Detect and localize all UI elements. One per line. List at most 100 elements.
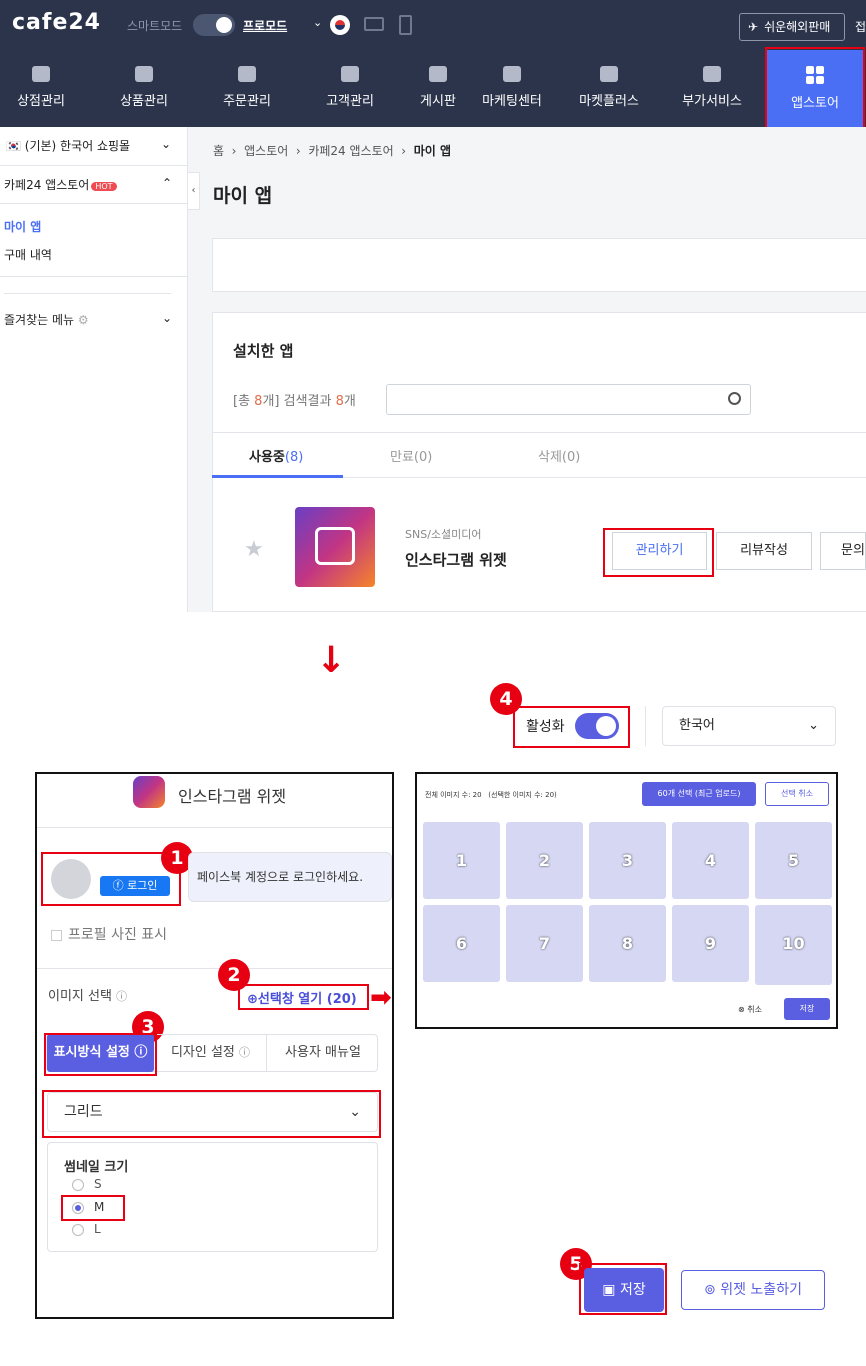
facebook-login-button[interactable]: ⓕ 로그인 [100,876,170,896]
shirt-icon [135,66,153,82]
activation-label: 활성화 [526,719,565,735]
tile-number: 2 [538,851,551,870]
highlight-size-m [61,1195,125,1221]
picker-tile[interactable]: 7 [506,905,583,982]
divider [0,276,187,277]
crumb-home[interactable]: 홈 [213,144,224,158]
favorites-menu[interactable]: 즐겨찾는 메뉴 ⚙ ⌄ [4,311,191,328]
language-select[interactable]: 한국어 ⌄ [662,706,836,746]
picker-count: 전체 이미지 수: 20 (선택한 이미지 수: 20) [425,790,557,800]
picker-tile[interactable]: 6 [423,905,500,982]
picker-selected: (선택한 이미지 수: 20) [488,791,557,799]
pro-mode-link[interactable]: 프로모드 [243,17,287,34]
toggle-knob [216,17,232,33]
pc-icon[interactable] [364,17,384,31]
tab-deleted[interactable]: 삭제(0) [538,446,580,465]
nav-label: 주문관리 [223,94,271,109]
crumb-appstore[interactable]: 앱스토어 [244,144,288,158]
avatar [51,859,91,899]
picker-tile[interactable]: 3 [589,822,666,899]
radio[interactable] [72,1223,84,1236]
nav-customer[interactable]: 고객관리 [309,50,391,127]
nav-product[interactable]: 상품관리 [103,50,185,127]
board-icon [429,66,447,82]
review-button[interactable]: 리뷰작성 [716,532,812,570]
highlight-appstore [765,47,865,131]
nav-order[interactable]: 주문관리 [206,50,288,127]
profile-photo-checkbox[interactable]: 프로필 사진 표시 [51,924,167,944]
picker-tile[interactable]: 8 [589,905,666,982]
size-option-s[interactable]: S [72,1177,102,1191]
nav-label: 마케팅센터 [482,94,542,109]
radio[interactable] [72,1178,84,1191]
picker-tile[interactable]: 5 [755,822,832,899]
search-input[interactable] [386,384,751,415]
smart-mode-label: 스마트모드 [127,19,183,33]
tab-label: 사용중 [249,450,285,465]
divider [645,706,646,746]
facebook-icon: ⓕ [112,879,128,892]
sidebar-item-my-app[interactable]: 마이 앱 [4,218,191,235]
picker-cancel-button[interactable]: ⊗ 취소 [738,1004,762,1015]
nav-store[interactable]: 상점관리 [0,50,82,127]
korea-flag-icon[interactable] [330,15,350,35]
nav-addon[interactable]: 부가서비스 [671,50,753,127]
size-option-l[interactable]: L [72,1222,101,1236]
activation-toggle[interactable] [575,713,619,739]
arrow-down-icon: ↓ [316,640,347,681]
mall-selector[interactable]: 🇰🇷 (기본) 한국어 쇼핑몰 ⌄ [6,137,193,154]
divider [0,165,187,166]
tab-user-manual[interactable]: 사용자 매뉴얼 [268,1034,378,1072]
global-selling-button[interactable]: ✈ 쉬운해외판매 [739,13,845,41]
crumb-cafe24-appstore[interactable]: 카페24 앱스토어 [308,144,393,158]
expose-label: 위젯 노출하기 [720,1282,802,1298]
search-icon[interactable] [728,392,741,405]
image-select-text: 이미지 선택 [48,989,112,1004]
picker-tile[interactable]: 1 [423,822,500,899]
picker-tile[interactable]: 4 [672,822,749,899]
picker-tile[interactable]: 2 [506,822,583,899]
select-60-label: 60개 선택 (최근 업로드) [657,789,741,798]
chevron-down-icon[interactable]: ⌄ [313,16,322,29]
section-label: 카페24 앱스토어 [4,178,90,192]
picker-tile[interactable]: 9 [672,905,749,982]
picker-save-button[interactable]: 저장 [784,998,830,1020]
mode-toggle[interactable] [193,14,235,36]
mobile-icon[interactable] [399,15,412,35]
deselect-button[interactable]: 선택 취소 [765,782,829,806]
nav-marketing[interactable]: 마케팅센터 [470,50,554,127]
sidebar-collapse-button[interactable]: ‹ [188,172,200,210]
appstore-section[interactable]: 카페24 앱스토어 HOT ⌃ [4,176,191,193]
star-icon[interactable]: ★ [244,537,264,562]
picker-tile[interactable]: 10 [755,905,832,985]
select-60-button[interactable]: 60개 선택 (최근 업로드) [642,782,756,806]
tab-in-use[interactable]: 사용중(8) [249,446,303,465]
divider [4,293,171,294]
tab-expired[interactable]: 만료(0) [390,446,432,465]
inquiry-button[interactable]: 문의 [820,532,866,570]
crumb-current: 마이 앱 [413,144,452,158]
nav-label: 고객관리 [326,94,374,109]
cart-icon [238,66,256,82]
tile-number: 8 [621,934,634,953]
toggle-knob [596,716,616,736]
result-count: [총 8개] 검색결과 8개 [233,390,356,409]
access-link[interactable]: 접 [855,18,866,35]
highlight-save [579,1263,667,1315]
flag-symbol [335,20,345,30]
sidebar-item-purchase[interactable]: 구매 내역 [4,246,191,263]
close-icon: ⊗ [738,1005,748,1014]
nav-label: 게시판 [420,94,456,109]
size-label: S [94,1177,102,1191]
image-picker-panel [415,772,838,1029]
nav-marketplus[interactable]: 마켓플러스 [568,50,650,127]
share-icon [600,66,618,82]
tab-design-settings[interactable]: 디자인 설정 ⓘ [155,1034,267,1072]
nav-board[interactable]: 게시판 [420,50,456,127]
open-picker-link[interactable]: ⊕선택창 열기 (20) [247,988,357,1007]
expose-widget-button[interactable]: ⊚ 위젯 노출하기 [681,1270,825,1310]
cafe24-logo[interactable]: cafe24 [12,10,101,35]
arrow-right-icon: ➡ [370,983,392,1013]
highlight-layout [42,1090,381,1138]
checkbox[interactable] [51,929,62,941]
